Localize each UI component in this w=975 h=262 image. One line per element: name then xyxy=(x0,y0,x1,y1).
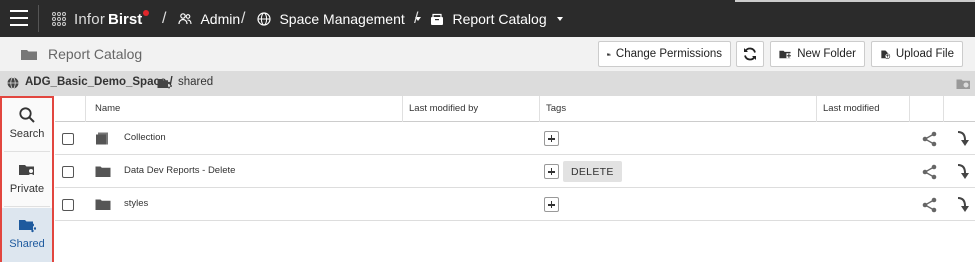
rail-item-label: Private xyxy=(9,183,45,195)
rail-item-label: Search xyxy=(9,128,45,140)
column-header-last-modified-by[interactable]: Last modified by xyxy=(409,103,478,114)
button-label: Upload File xyxy=(895,48,954,60)
share-icon[interactable] xyxy=(922,197,937,213)
share-icon[interactable] xyxy=(922,131,937,147)
folder-icon xyxy=(21,50,37,60)
infor-logo-icon xyxy=(52,12,66,26)
add-tag-button[interactable] xyxy=(544,164,559,179)
breadcrumb-separator: / xyxy=(241,10,246,27)
breadcrumb-admin[interactable]: / Admin xyxy=(162,9,240,29)
new-folder-button[interactable]: New Folder xyxy=(770,41,865,67)
shared-folder-icon xyxy=(157,79,172,89)
divider xyxy=(4,206,50,207)
chevron-down-icon xyxy=(556,17,563,21)
column-divider xyxy=(909,96,910,122)
column-divider xyxy=(816,96,817,122)
folder-info-icon[interactable] xyxy=(956,78,971,90)
breadcrumb-label: Space Management xyxy=(279,11,405,27)
row-name[interactable]: Data Dev Reports - Delete xyxy=(124,165,235,176)
column-divider xyxy=(943,96,944,122)
button-label: Change Permissions xyxy=(615,48,722,60)
folder-icon xyxy=(95,199,111,210)
column-header-name[interactable]: Name xyxy=(95,103,120,114)
download-arrow-icon[interactable] xyxy=(956,196,970,214)
rail-item-private[interactable]: Private xyxy=(2,153,52,207)
rail-item-label: Shared xyxy=(9,238,45,250)
add-tag-button[interactable] xyxy=(544,197,559,212)
rail-item-shared[interactable]: Shared xyxy=(2,208,52,262)
table-row[interactable]: styles xyxy=(55,188,975,221)
globe-icon xyxy=(257,12,272,26)
rail-item-search[interactable]: Search xyxy=(2,98,52,152)
divider xyxy=(4,151,50,152)
globe-icon xyxy=(7,77,19,89)
left-navigation-rail: Search Private Shared xyxy=(0,96,54,262)
breadcrumb-separator: / xyxy=(414,10,419,27)
button-label: New Folder xyxy=(797,48,856,60)
column-header-last-modified[interactable]: Last modified xyxy=(823,103,880,114)
users-icon xyxy=(178,13,193,25)
search-icon xyxy=(19,107,35,123)
tag-badge[interactable]: DELETE xyxy=(563,161,622,182)
folder-permissions-icon xyxy=(607,52,611,56)
divider xyxy=(38,5,39,32)
breadcrumb-report-catalog[interactable]: / Report Catalog xyxy=(414,9,563,29)
column-divider xyxy=(539,96,540,122)
shared-folder-icon xyxy=(19,220,36,233)
row-name[interactable]: styles xyxy=(124,198,148,209)
change-permissions-button[interactable]: Change Permissions xyxy=(598,41,731,67)
breadcrumb-separator: / xyxy=(162,10,167,27)
current-folder: shared xyxy=(178,76,214,88)
space-path-link[interactable]: ADG_Basic_Demo_Space / xyxy=(25,76,173,88)
top-bar: Infor Birst / Admin / Space Management / xyxy=(0,0,975,37)
refresh-button[interactable] xyxy=(736,41,764,67)
table-row[interactable]: Data Dev Reports - Delete DELETE xyxy=(55,155,975,188)
breadcrumb-label: Admin xyxy=(200,11,241,27)
page-header: Report Catalog Change Permissions New Fo… xyxy=(0,37,975,71)
download-arrow-icon[interactable] xyxy=(956,163,970,181)
private-folder-icon xyxy=(19,165,34,177)
table-row[interactable]: Collection xyxy=(55,122,975,155)
hamburger-menu-icon[interactable] xyxy=(10,10,28,27)
new-folder-icon xyxy=(779,50,792,58)
row-checkbox[interactable] xyxy=(62,133,74,145)
path-bar: ADG_Basic_Demo_Space / shared xyxy=(0,71,975,96)
breadcrumb-space-management[interactable]: / Space Management xyxy=(241,9,421,29)
column-header-tags[interactable]: Tags xyxy=(546,103,566,114)
birst-logo[interactable]: Infor Birst xyxy=(52,9,150,29)
page-title: Report Catalog xyxy=(48,46,143,62)
add-tag-button[interactable] xyxy=(544,131,559,146)
top-edge-line xyxy=(735,0,975,2)
upload-icon xyxy=(881,49,891,59)
brand-birst: Birst xyxy=(108,10,143,28)
breadcrumb-label: Report Catalog xyxy=(452,11,547,27)
collection-icon xyxy=(96,132,108,145)
download-arrow-icon[interactable] xyxy=(956,130,970,148)
share-icon[interactable] xyxy=(922,164,937,180)
upload-file-button[interactable]: Upload File xyxy=(871,41,963,67)
brand-dot xyxy=(143,10,150,16)
row-checkbox[interactable] xyxy=(62,166,74,178)
column-divider xyxy=(85,96,86,122)
folder-icon xyxy=(95,166,111,177)
row-checkbox[interactable] xyxy=(62,199,74,211)
brand-infor: Infor xyxy=(74,10,106,28)
table-header: Name Last modified by Tags Last modified xyxy=(55,96,975,122)
refresh-icon xyxy=(744,47,756,61)
column-divider xyxy=(402,96,403,122)
catalog-icon xyxy=(431,13,444,25)
row-name[interactable]: Collection xyxy=(124,132,166,143)
